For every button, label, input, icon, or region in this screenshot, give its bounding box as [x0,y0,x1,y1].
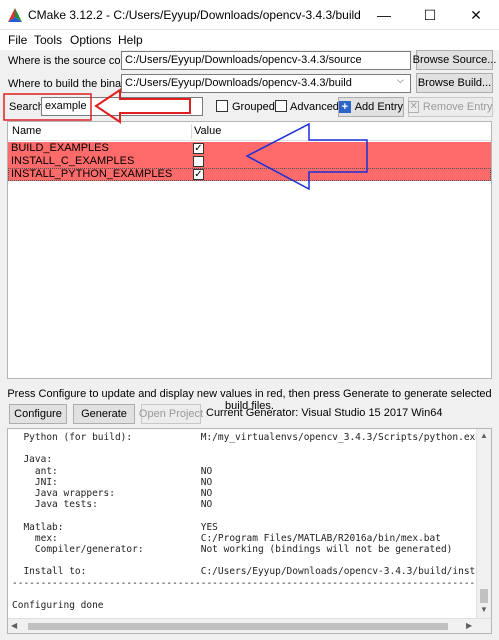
output-line: Install to: C:/Users/Eyyup/Downloads/ope… [12,566,492,578]
scroll-left-icon[interactable]: ◀ [11,621,17,630]
output-console[interactable]: Python (for build): M:/my_virtualenvs/op… [7,428,492,634]
vertical-scroll-thumb[interactable] [480,589,488,603]
output-line: Compiler/generator: Not working (binding… [12,544,453,556]
output-line: ant: NO [12,465,213,477]
search-highlight-box [3,93,92,121]
output-line: Java tests: NO [12,499,213,511]
output-line: Matlab: YES [12,521,218,533]
output-line: Python (for build): M:/my_virtualenvs/op… [12,432,481,443]
configure-button[interactable]: Configure [9,404,67,424]
scroll-right-icon[interactable]: ▶ [466,621,472,630]
horizontal-scroll-thumb[interactable] [28,623,448,630]
output-line: mex: C:/Program Files/MATLAB/R2016a/bin/… [12,532,441,544]
red-arrow-icon [94,88,191,124]
output-line: JNI: NO [12,476,213,488]
open-project-button[interactable]: Open Project [139,404,203,424]
output-line: Java wrappers: NO [12,488,213,500]
horizontal-scrollbar[interactable]: ◀ ▶ [8,618,491,633]
output-line: ----------------------------------------… [12,577,487,589]
generate-button[interactable]: Generate [73,404,135,424]
output-text: Python (for build): M:/my_virtualenvs/op… [12,432,492,612]
output-line: Configuring done [12,600,104,612]
current-generator: Current Generator: Visual Studio 15 2017… [206,407,443,419]
output-line: Java: [12,454,53,466]
vertical-scrollbar[interactable]: ▲ ▼ [476,429,491,618]
scroll-up-icon[interactable]: ▲ [480,431,488,440]
blue-arrow-icon [245,122,368,191]
scroll-down-icon[interactable]: ▼ [480,605,488,614]
